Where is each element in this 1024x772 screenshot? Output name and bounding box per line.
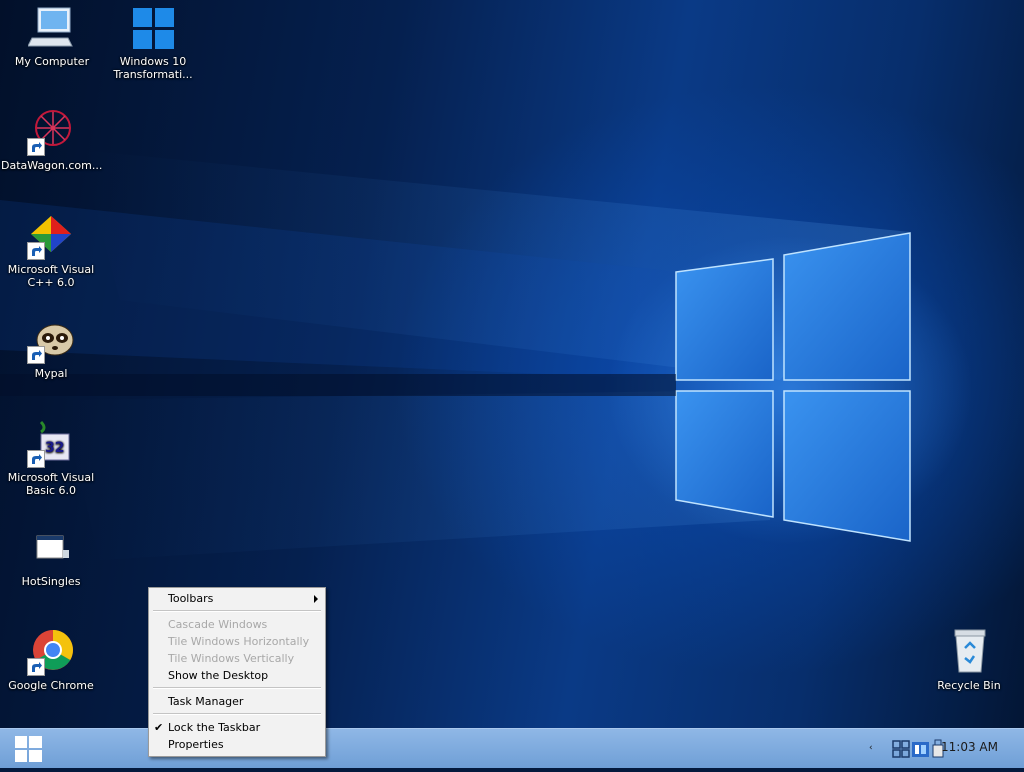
windows-logo-icon: [129, 4, 177, 52]
shortcut-arrow-icon: [27, 138, 45, 156]
system-tray: ‹ 11:03 AM: [854, 729, 1024, 769]
menu-separator: [153, 713, 321, 715]
menu-item-properties[interactable]: Properties: [149, 736, 325, 753]
computer-icon: [27, 4, 76, 52]
desktop-icon-hotsingles[interactable]: HotSingles: [1, 524, 101, 588]
desktop-icon-visual-cpp[interactable]: Microsoft Visual C++ 6.0: [1, 212, 101, 289]
menu-item-lock-taskbar[interactable]: ✔ Lock the Taskbar: [149, 719, 325, 736]
menu-item-show-desktop[interactable]: Show the Desktop: [149, 667, 325, 684]
desktop-icon-windows10-transformation[interactable]: Windows 10 Transformati...: [103, 4, 203, 81]
taskbar-context-menu: Toolbars Cascade Windows Tile Windows Ho…: [148, 587, 326, 757]
shortcut-arrow-icon: [27, 242, 45, 260]
chrome-icon: [27, 628, 75, 676]
desktop-icon-recycle-bin[interactable]: Recycle Bin: [919, 628, 1019, 692]
tray-expand-icon[interactable]: ‹: [869, 743, 873, 753]
menu-separator: [153, 610, 321, 612]
visual-cpp-icon: [27, 212, 75, 260]
shortcut-arrow-icon: [27, 450, 45, 468]
desktop-icon-my-computer[interactable]: My Computer: [2, 4, 102, 68]
submenu-arrow-icon: [314, 595, 318, 603]
desktop-icon-mypal[interactable]: Mypal: [1, 316, 101, 380]
mypal-raccoon-icon: [27, 316, 75, 364]
menu-item-task-manager[interactable]: Task Manager: [149, 693, 325, 710]
network-icon[interactable]: [892, 740, 910, 758]
visual-basic-icon: 32: [27, 420, 75, 468]
tray-app-icon[interactable]: [912, 740, 930, 758]
taskbar-clock[interactable]: 11:03 AM: [941, 740, 998, 754]
menu-item-cascade-windows: Cascade Windows: [168, 618, 268, 631]
shortcut-arrow-icon: [27, 346, 45, 364]
start-button[interactable]: [0, 729, 58, 769]
hotsingles-icon: [27, 524, 75, 572]
menu-separator: [153, 687, 321, 689]
desktop-icon-google-chrome[interactable]: Google Chrome: [1, 628, 101, 692]
windows-start-icon: [15, 736, 42, 762]
desktop-icon-datawagon[interactable]: DataWagon.com...: [1, 108, 102, 172]
datawagon-icon: [27, 108, 75, 156]
menu-item-tile-horizontally: Tile Windows Horizontally: [168, 635, 310, 648]
menu-item-tile-vertically: Tile Windows Vertically: [168, 652, 295, 665]
shortcut-arrow-icon: [27, 658, 45, 676]
svg-text:32: 32: [45, 440, 64, 456]
checkmark-icon: ✔: [154, 721, 164, 734]
recycle-bin-icon: [945, 628, 993, 676]
desktop-icon-visual-basic[interactable]: 32 Microsoft Visual Basic 6.0: [1, 420, 101, 497]
menu-item-toolbars[interactable]: Toolbars: [149, 590, 325, 607]
